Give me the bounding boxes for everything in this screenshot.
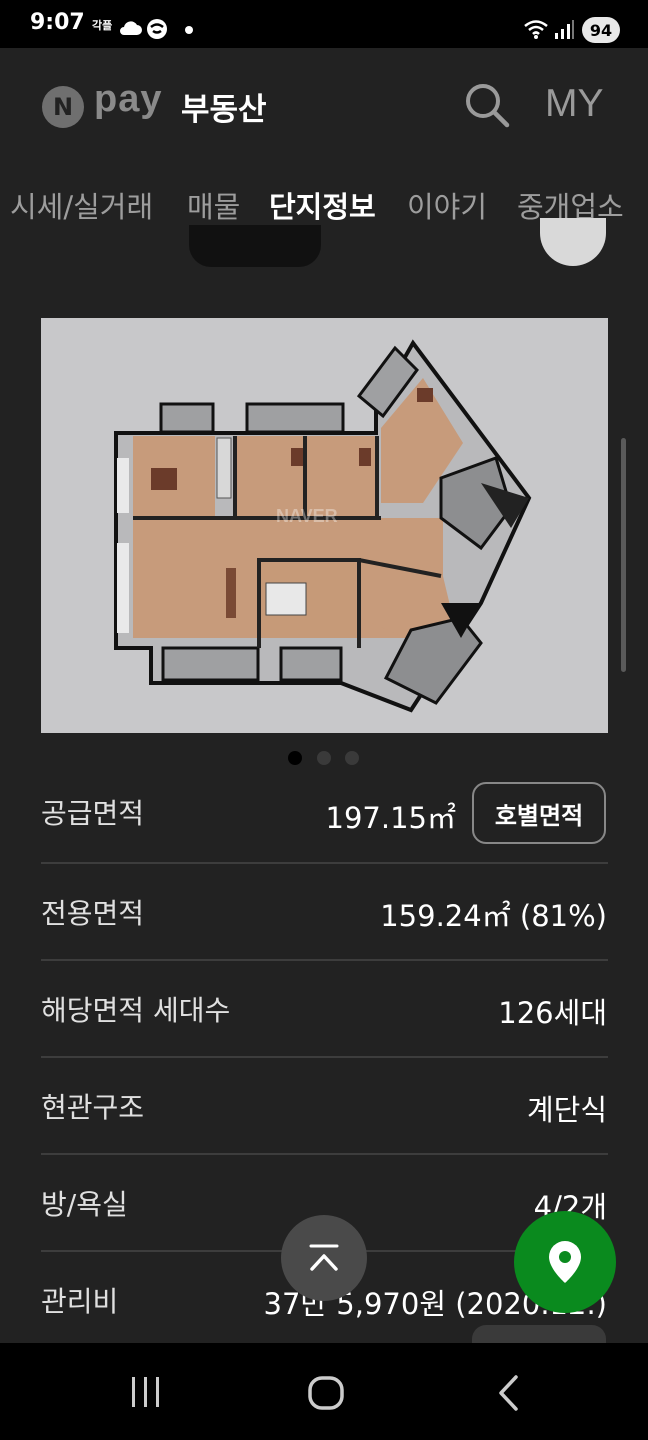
floor-plan-image[interactable]: NAVER (41, 318, 608, 733)
divider (41, 1153, 608, 1155)
maintenance-fee-label: 관리비 (41, 1285, 119, 1318)
rooms-bathrooms-label: 방/욕실 (41, 1188, 128, 1221)
location-pin-icon (549, 1241, 581, 1283)
area-chip-selected[interactable] (189, 225, 321, 267)
battery-level: 94 (589, 20, 613, 40)
carousel-dot-3[interactable] (345, 751, 359, 765)
entrance-structure-value: 계단식 (526, 1093, 607, 1127)
unit-area-button-label: 호별면적 (494, 801, 584, 830)
supply-area-value: 197.15㎡ (325, 801, 456, 835)
tab-listings[interactable]: 매물 (187, 184, 240, 226)
tab-stories[interactable]: 이야기 (407, 184, 487, 226)
my-page-link[interactable]: MY (545, 82, 604, 126)
carousel-dot-2[interactable] (317, 751, 331, 765)
home-icon[interactable] (307, 1375, 345, 1411)
status-bar: 9:07 각플 94 (0, 0, 648, 48)
dot-icon (185, 26, 193, 34)
battery-icon: 94 (582, 17, 620, 43)
status-carrier-label: 각플 (92, 19, 113, 32)
scroll-indicator (621, 438, 626, 672)
supply-area-label: 공급면적 (41, 797, 145, 830)
brand-name[interactable]: 부동산 (181, 84, 267, 129)
search-icon[interactable] (464, 82, 510, 128)
cloud-icon (120, 21, 142, 35)
signal-icon (555, 20, 574, 39)
exclusive-area-value: 159.24㎡ (81%) (380, 899, 607, 933)
tab-price-transactions[interactable]: 시세/실거래 (10, 184, 153, 226)
floor-plan-watermark: NAVER (276, 506, 338, 526)
divider (41, 959, 608, 961)
carousel-dot-1[interactable] (288, 751, 302, 765)
scroll-to-top-button[interactable] (281, 1215, 367, 1301)
chevron-up-icon (309, 1244, 339, 1271)
unit-area-button[interactable]: 호별면적 (472, 782, 606, 844)
logo-letter: N (52, 93, 74, 121)
system-navigation-bar (0, 1343, 648, 1440)
brand-pay[interactable]: pay (94, 78, 162, 121)
floor-plan-drawing: NAVER (114, 339, 532, 713)
divider (41, 1056, 608, 1058)
back-icon[interactable] (494, 1374, 524, 1412)
exclusive-area-label: 전용면적 (41, 897, 145, 930)
tab-complex-info[interactable]: 단지정보 (269, 184, 376, 226)
households-value: 126세대 (498, 996, 607, 1030)
naver-logo-icon[interactable]: N (42, 86, 84, 128)
more-chip-button[interactable] (540, 218, 606, 266)
status-time: 9:07 (30, 10, 85, 35)
divider (41, 862, 608, 864)
entrance-structure-label: 현관구조 (41, 1091, 145, 1124)
map-button[interactable] (514, 1211, 616, 1313)
wifi-icon (524, 20, 548, 39)
recent-apps-icon[interactable] (128, 1375, 164, 1409)
app-notification-icon (147, 19, 167, 39)
households-label: 해당면적 세대수 (41, 994, 231, 1027)
